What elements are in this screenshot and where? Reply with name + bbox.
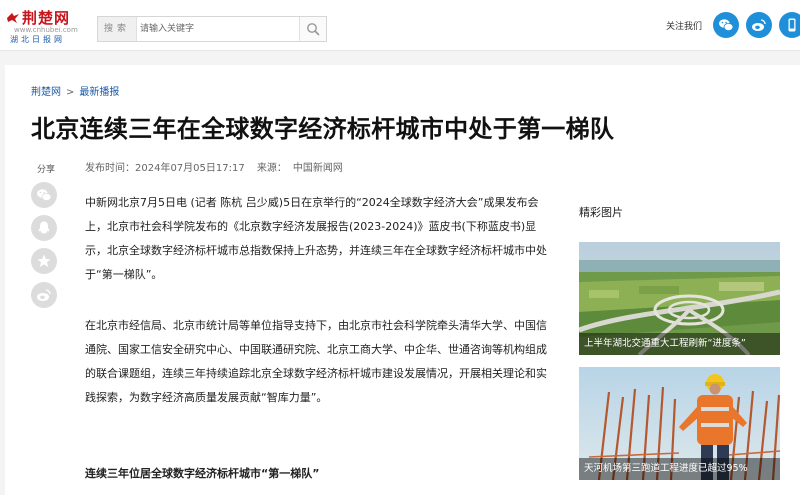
header-phone-button[interactable] [779, 12, 800, 38]
breadcrumb-separator: > [66, 87, 75, 98]
search-label: 搜索 [98, 17, 137, 41]
search-input[interactable] [140, 20, 290, 38]
source-value: 中国新闻网 [292, 163, 343, 174]
weibo-icon [752, 19, 766, 31]
site-header: 荆楚网 www.cnhubei.com 湖北日报网 搜索 关注我们 [0, 0, 800, 51]
breadcrumb-item-home[interactable]: 荆楚网 [31, 87, 61, 98]
share-wechat-button[interactable] [31, 182, 57, 208]
share-qzone-button[interactable] [31, 248, 57, 274]
logo-text: 荆楚网 [22, 9, 71, 27]
sidebar-photo-caption: 天河机场第三跑道工程进度已超过95% [579, 458, 780, 480]
share-qq-button[interactable] [31, 215, 57, 241]
publish-time: 发布时间：2024年07月05日17:17 [85, 163, 245, 174]
sidebar-photo-card[interactable]: 上半年湖北交通重大工程刷新“进度条” [579, 242, 780, 355]
share-label: 分享 [37, 165, 56, 175]
source: 来源： 中国新闻网 [257, 163, 343, 174]
logo-mark-icon [7, 13, 19, 23]
breadcrumb: 荆楚网 > 最新播报 [31, 83, 119, 98]
weibo-icon [37, 289, 51, 301]
phone-icon [788, 18, 796, 32]
search-icon [307, 23, 320, 36]
site-logo[interactable]: 荆楚网 www.cnhubei.com 湖北日报网 [6, 7, 86, 45]
publish-time-label: 发布时间： [85, 163, 135, 174]
header-wechat-button[interactable] [713, 12, 739, 38]
page-title: 北京连续三年在全球数字经济标杆城市中处于第一梯队 [31, 115, 615, 143]
sidebar-photo-card[interactable]: 天河机场第三跑道工程进度已超过95% [579, 367, 780, 480]
article-subheading: 连续三年位居全球数字经济标杆城市“第一梯队” [85, 467, 320, 480]
article-paragraph: 中新网北京7月5日电 (记者 陈杭 吕少威)5日在京举行的“2024全球数字经济… [85, 196, 547, 281]
article-paragraph: 在北京市经信局、北京市统计局等单位指导支持下，由北京市社会科学院牵头清华大学、中… [85, 319, 547, 404]
qzone-star-icon [37, 254, 51, 267]
sidebar-title: 精彩图片 [579, 206, 623, 219]
wechat-icon [37, 189, 52, 201]
search-button[interactable] [299, 17, 326, 41]
logo-subtitle: 湖北日报网 [10, 35, 65, 44]
follow-us-label: 关注我们 [666, 22, 703, 32]
source-label: 来源： [256, 163, 287, 174]
article-container: 荆楚网 > 最新播报 北京连续三年在全球数字经济标杆城市中处于第一梯队 分享 发布时… [5, 65, 800, 495]
logo-wordmark: 荆楚网 [6, 7, 70, 28]
sidebar-photo-caption: 上半年湖北交通重大工程刷新“进度条” [579, 333, 780, 355]
share-weibo-button[interactable] [31, 282, 57, 308]
qq-icon [38, 221, 50, 234]
breadcrumb-item-latest[interactable]: 最新播报 [79, 87, 119, 98]
article-meta: 发布时间：2024年07月05日17:17 来源： 中国新闻网 [85, 159, 352, 174]
wechat-icon [719, 19, 734, 31]
search-box: 搜索 [97, 16, 327, 42]
publish-time-value: 2024年07月05日17:17 [135, 163, 245, 174]
logo-url: www.cnhubei.com [14, 26, 78, 34]
header-weibo-button[interactable] [746, 12, 772, 38]
